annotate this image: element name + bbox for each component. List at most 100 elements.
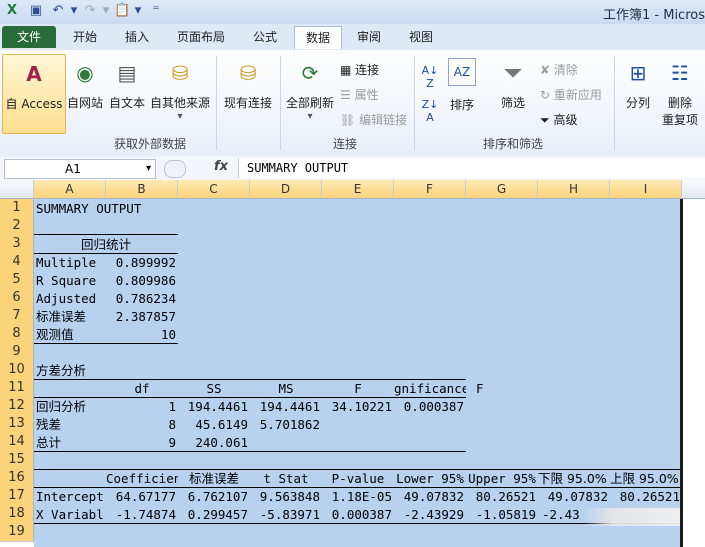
- paste-dropdown-icon[interactable]: ▾: [130, 3, 146, 19]
- cell-c11[interactable]: SS: [178, 380, 250, 398]
- from-text-button[interactable]: ▤ 自文本: [106, 58, 148, 111]
- column-header-g[interactable]: G: [466, 180, 538, 199]
- cell-a14[interactable]: 总计: [36, 434, 106, 452]
- customize-toolbar-icon[interactable]: ⁼: [148, 3, 164, 19]
- cell-h17[interactable]: 49.07832: [538, 488, 608, 506]
- row-header-12[interactable]: 12: [0, 397, 34, 416]
- row-header-15[interactable]: 15: [0, 451, 34, 470]
- cell-d18[interactable]: -5.83971: [250, 506, 320, 524]
- cell-c13[interactable]: 45.6149: [178, 416, 248, 434]
- column-header-h[interactable]: H: [538, 180, 610, 199]
- row-header-2[interactable]: 2: [0, 217, 34, 236]
- cell-b11[interactable]: df: [106, 380, 178, 398]
- tab-home[interactable]: 开始: [62, 26, 108, 48]
- row-header-9[interactable]: 9: [0, 343, 34, 362]
- column-header-e[interactable]: E: [322, 180, 394, 199]
- column-header-c[interactable]: C: [178, 180, 250, 199]
- cell-a10[interactable]: 方差分析: [36, 362, 136, 380]
- cell-a18[interactable]: X Variabl: [36, 506, 106, 524]
- cell-e11[interactable]: F: [322, 380, 394, 398]
- cell-e12[interactable]: 34.10221: [322, 398, 392, 416]
- column-header-b[interactable]: B: [106, 180, 178, 199]
- row-header-7[interactable]: 7: [0, 307, 34, 326]
- cell-a1[interactable]: SUMMARY OUTPUT: [36, 200, 236, 218]
- cell-d17[interactable]: 9.563848: [250, 488, 320, 506]
- column-header-i[interactable]: I: [610, 180, 682, 199]
- paste-icon[interactable]: 📋: [114, 3, 130, 19]
- cell-d13[interactable]: 5.701862: [250, 416, 320, 434]
- tab-page-layout[interactable]: 页面布局: [168, 26, 234, 48]
- properties-button[interactable]: ☰ 属性: [340, 86, 379, 103]
- row-header-5[interactable]: 5: [0, 271, 34, 290]
- name-box-dropdown-icon[interactable]: ▾: [146, 160, 151, 178]
- cell-d12[interactable]: 194.4461: [250, 398, 320, 416]
- row-header-16[interactable]: 16: [0, 469, 34, 488]
- cell-a4[interactable]: Multiple: [36, 254, 106, 272]
- cell-g16[interactable]: Upper 95%: [466, 470, 538, 488]
- cell-e18[interactable]: 0.000387: [322, 506, 392, 524]
- sort-ascending-button[interactable]: A↓ Z: [418, 64, 442, 90]
- cell-e16[interactable]: P-value: [322, 470, 394, 488]
- cell-a12[interactable]: 回归分析: [36, 398, 106, 416]
- cell-f16[interactable]: Lower 95%: [394, 470, 466, 488]
- cell-g18[interactable]: -1.05819: [466, 506, 536, 524]
- reapply-button[interactable]: ↻ 重新应用: [540, 86, 602, 103]
- cell-b13[interactable]: 8: [106, 416, 176, 434]
- from-web-button[interactable]: ◉ 自网站: [64, 58, 106, 111]
- cell-c16[interactable]: 标准误差: [178, 470, 250, 488]
- row-header-18[interactable]: 18: [0, 505, 34, 524]
- cell-f18[interactable]: -2.43929: [394, 506, 464, 524]
- tab-data[interactable]: 数据: [294, 26, 342, 49]
- cell-a3[interactable]: 回归统计: [34, 236, 178, 254]
- cell-b18[interactable]: -1.74874: [106, 506, 176, 524]
- undo-dropdown-icon[interactable]: ▾: [66, 3, 82, 19]
- cancel-enter-control[interactable]: [164, 160, 186, 178]
- refresh-all-button[interactable]: ⟳ 全部刷新 ▾: [284, 58, 336, 122]
- row-header-4[interactable]: 4: [0, 253, 34, 272]
- remove-duplicates-button[interactable]: ☷ 删除 重复项: [660, 58, 700, 128]
- cell-a5[interactable]: R Square: [36, 272, 106, 290]
- row-header-19[interactable]: 19: [0, 523, 34, 542]
- existing-connections-button[interactable]: ⛁ 现有连接: [220, 58, 276, 111]
- tab-review[interactable]: 审阅: [346, 26, 392, 48]
- row-header-13[interactable]: 13: [0, 415, 34, 434]
- row-header-8[interactable]: 8: [0, 325, 34, 344]
- cell-b16[interactable]: Coefficien: [106, 470, 178, 488]
- cell-g11[interactable]: F: [476, 380, 516, 398]
- column-header-a[interactable]: A: [34, 180, 106, 199]
- cell-b8[interactable]: 10: [106, 326, 176, 344]
- tab-file[interactable]: 文件: [2, 26, 56, 48]
- cell-b7[interactable]: 2.387857: [106, 308, 176, 326]
- advanced-button[interactable]: ⏷ 高级: [540, 111, 577, 128]
- cell-a6[interactable]: Adjusted: [36, 290, 106, 308]
- cell-d11[interactable]: MS: [250, 380, 322, 398]
- row-header-6[interactable]: 6: [0, 289, 34, 308]
- edit-links-button[interactable]: ⛓ 编辑链接: [340, 111, 407, 128]
- text-to-columns-button[interactable]: ⊞ 分列: [618, 58, 658, 111]
- cell-i16[interactable]: 上限 95.0%: [610, 470, 682, 488]
- sort-descending-button[interactable]: Z↓ A: [418, 98, 442, 124]
- cell-a17[interactable]: Intercept: [36, 488, 106, 506]
- cell-f17[interactable]: 49.07832: [394, 488, 464, 506]
- tab-insert[interactable]: 插入: [114, 26, 160, 48]
- row-header-11[interactable]: 11: [0, 379, 34, 398]
- row-header-10[interactable]: 10: [0, 361, 34, 380]
- tab-formulas[interactable]: 公式: [242, 26, 288, 48]
- cell-c12[interactable]: 194.4461: [178, 398, 248, 416]
- column-header-d[interactable]: D: [250, 180, 322, 199]
- row-header-1[interactable]: 1: [0, 199, 34, 218]
- redo-icon[interactable]: ↷: [82, 3, 98, 19]
- connections-button[interactable]: ▦ 连接: [340, 61, 379, 78]
- from-other-sources-button[interactable]: ⛁ 自其他来源 ▾: [148, 58, 212, 122]
- insert-function-icon[interactable]: fx: [214, 159, 228, 174]
- cell-e17[interactable]: 1.18E-05: [322, 488, 392, 506]
- column-header-f[interactable]: F: [394, 180, 466, 199]
- save-icon[interactable]: ▣: [28, 3, 44, 19]
- row-header-3[interactable]: 3: [0, 235, 34, 254]
- name-box[interactable]: A1 ▾: [4, 159, 156, 179]
- cell-b5[interactable]: 0.809986: [106, 272, 176, 290]
- cell-f11[interactable]: gnificance: [394, 380, 466, 398]
- cell-a8[interactable]: 观测值: [36, 326, 106, 344]
- cell-h16[interactable]: 下限 95.0%: [538, 470, 610, 488]
- cell-b6[interactable]: 0.786234: [106, 290, 176, 308]
